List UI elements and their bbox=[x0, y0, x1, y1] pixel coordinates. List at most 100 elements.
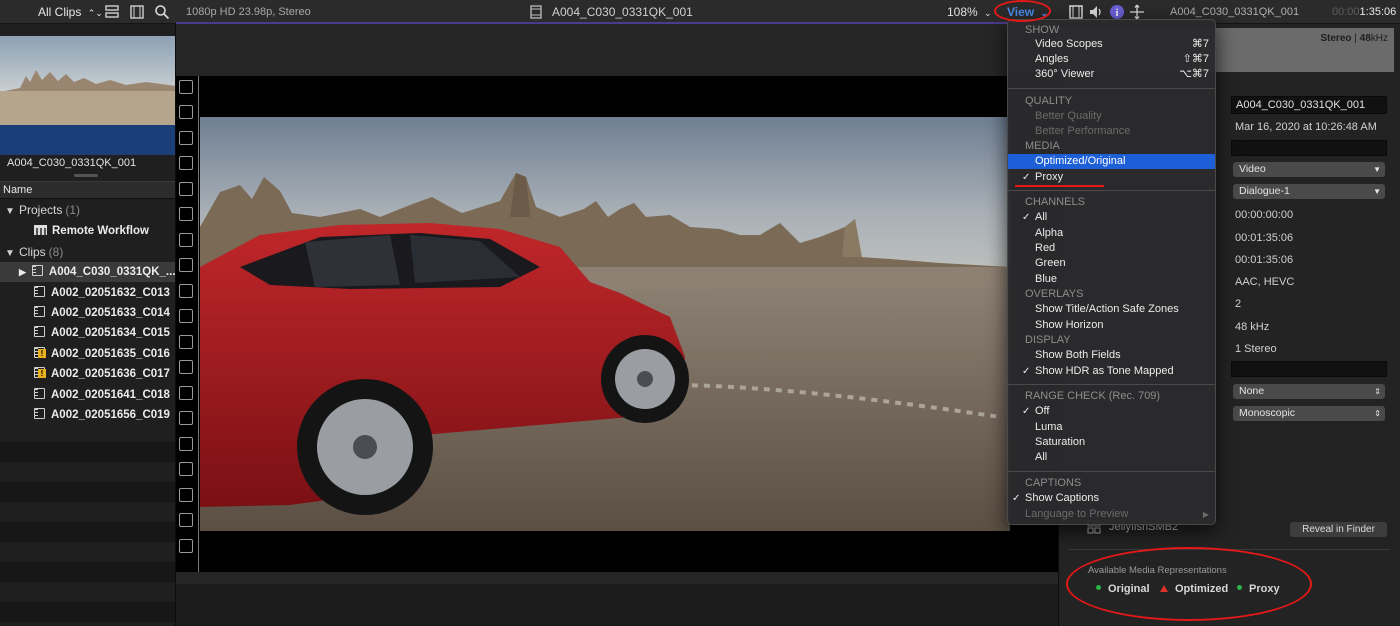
empty-row bbox=[0, 442, 175, 462]
shortcut: ⌥⌘7 bbox=[1179, 68, 1209, 80]
frame-checkbox[interactable] bbox=[179, 284, 193, 298]
projection-popup[interactable]: Monoscopic ⇕ bbox=[1233, 406, 1385, 421]
projects-label: Projects bbox=[19, 203, 63, 217]
menu-item-angles[interactable]: Angles ⇧⌘7 bbox=[1008, 52, 1215, 67]
menu-item-proxy[interactable]: ✓ Proxy bbox=[1008, 170, 1215, 185]
frame-checkbox[interactable] bbox=[179, 539, 193, 553]
menu-item-luma[interactable]: Luma bbox=[1008, 420, 1215, 435]
menu-item-360-viewer[interactable]: 360° Viewer ⌥⌘7 bbox=[1008, 67, 1215, 82]
audio-format: Stereo | 48kHz bbox=[1320, 33, 1388, 44]
frame-checkbox[interactable] bbox=[179, 462, 193, 476]
clips-group[interactable]: ▼ Clips (8) bbox=[0, 242, 175, 264]
share-inspector-icon[interactable] bbox=[1129, 4, 1145, 20]
projects-count: (1) bbox=[65, 203, 81, 217]
item-label: Show HDR as Tone Mapped bbox=[1035, 365, 1174, 377]
menu-item-range-all[interactable]: All bbox=[1008, 450, 1215, 465]
menu-item-range-off[interactable]: ✓ Off bbox=[1008, 404, 1215, 419]
shortcut: ⇧⌘7 bbox=[1182, 53, 1209, 65]
clip-row[interactable]: A002_02051636_C017 bbox=[0, 364, 175, 384]
frame-checkbox[interactable] bbox=[179, 411, 193, 425]
list-view-icon[interactable] bbox=[104, 4, 120, 20]
frame-checkbox[interactable] bbox=[179, 182, 193, 196]
frame-checkbox[interactable] bbox=[179, 131, 193, 145]
projects-group[interactable]: ▼ Projects (1) bbox=[0, 200, 175, 222]
video-inspector-icon[interactable] bbox=[1068, 4, 1084, 20]
chevron-down-icon: ▼ bbox=[1373, 187, 1381, 196]
menu-item-red[interactable]: Red bbox=[1008, 241, 1215, 256]
frame-checkbox[interactable] bbox=[179, 335, 193, 349]
start-value: 00:00:00:00 bbox=[1235, 209, 1294, 221]
menu-item-green[interactable]: Green bbox=[1008, 256, 1215, 271]
item-label: Blue bbox=[1035, 273, 1058, 285]
video-frame[interactable] bbox=[200, 117, 1010, 531]
menu-item-hdr-tone-mapped[interactable]: ✓ Show HDR as Tone Mapped bbox=[1008, 364, 1215, 379]
frame-checkbox[interactable] bbox=[179, 258, 193, 272]
audio-role-popup[interactable]: Dialogue-1 ▼ bbox=[1233, 184, 1385, 199]
frame-checkbox[interactable] bbox=[179, 309, 193, 323]
checkmark-icon: ✓ bbox=[1022, 406, 1031, 417]
clips-label: Clips bbox=[19, 245, 46, 259]
zoom-popup[interactable]: 108% ⌄ bbox=[947, 0, 992, 24]
menu-section-quality: QUALITY bbox=[1008, 94, 1215, 109]
clip-row[interactable]: A002_02051633_C014 bbox=[0, 303, 175, 323]
stereoscopic-popup[interactable]: None ⇕ bbox=[1233, 384, 1385, 399]
resize-handle[interactable] bbox=[74, 174, 98, 177]
menu-item-all-channels[interactable]: ✓ All bbox=[1008, 210, 1215, 225]
frame-checkbox[interactable] bbox=[179, 80, 193, 94]
menu-item-show-captions[interactable]: ✓ Show Captions bbox=[1008, 491, 1215, 506]
audio-channel-label: Stereo bbox=[1320, 33, 1352, 44]
menu-item-language-to-preview[interactable]: Language to Preview ▶ bbox=[1008, 507, 1215, 522]
menu-item-alpha[interactable]: Alpha bbox=[1008, 226, 1215, 241]
clip-row[interactable]: A002_02051641_C018 bbox=[0, 385, 175, 405]
project-item-remote-workflow[interactable]: Remote Workflow bbox=[0, 221, 175, 241]
clip-row[interactable]: A002_02051632_C013 bbox=[0, 283, 175, 303]
notes-field[interactable] bbox=[1231, 140, 1387, 156]
clip-row[interactable]: ▶ A004_C030_0331QK_... bbox=[0, 262, 175, 282]
library-filter-popup[interactable]: All Clips ⌃⌄ bbox=[38, 0, 103, 24]
checkmark-icon: ✓ bbox=[1012, 493, 1021, 504]
frame-checkbox[interactable] bbox=[179, 360, 193, 374]
svg-text:i: i bbox=[1116, 8, 1119, 19]
audio-role-label: Dialogue-1 bbox=[1239, 185, 1290, 197]
clip-row[interactable]: A002_02051634_C015 bbox=[0, 323, 175, 343]
disclosure-triangle-icon[interactable]: ▼ bbox=[5, 202, 19, 222]
menu-item-optimized-original[interactable]: Optimized/Original bbox=[1008, 154, 1215, 169]
disclosure-triangle-icon[interactable]: ▼ bbox=[5, 244, 19, 264]
menu-item-both-fields[interactable]: Show Both Fields bbox=[1008, 348, 1215, 363]
name-column-header[interactable]: Name bbox=[0, 181, 175, 199]
menu-separator bbox=[1008, 471, 1215, 472]
menu-item-safe-zones[interactable]: Show Title/Action Safe Zones bbox=[1008, 302, 1215, 317]
viewer-clip-name: A004_C030_0331QK_001 bbox=[552, 5, 693, 19]
disclosure-triangle-icon[interactable]: ▶ bbox=[19, 267, 26, 277]
frame-checkbox[interactable] bbox=[179, 156, 193, 170]
menu-item-saturation[interactable]: Saturation bbox=[1008, 435, 1215, 450]
menu-item-video-scopes[interactable]: Video Scopes ⌘7 bbox=[1008, 37, 1215, 52]
menu-item-better-quality[interactable]: Better Quality bbox=[1008, 109, 1215, 124]
frame-checkbox[interactable] bbox=[179, 207, 193, 221]
menu-item-blue[interactable]: Blue bbox=[1008, 272, 1215, 287]
clip-row[interactable]: A002_02051635_C016 bbox=[0, 344, 175, 364]
clip-row[interactable]: A002_02051656_C019 bbox=[0, 405, 175, 425]
reveal-in-finder-button[interactable]: Reveal in Finder bbox=[1290, 522, 1387, 537]
clip-name: A002_02051634_C015 bbox=[51, 327, 170, 339]
video-role-popup[interactable]: Video ▼ bbox=[1233, 162, 1385, 177]
frame-checkbox[interactable] bbox=[179, 233, 193, 247]
frame-checkbox[interactable] bbox=[179, 437, 193, 451]
submenu-arrow-icon: ▶ bbox=[1202, 510, 1209, 519]
frame-checkbox[interactable] bbox=[179, 488, 193, 502]
audio-inspector-icon[interactable] bbox=[1088, 4, 1104, 20]
filmstrip-icon[interactable] bbox=[129, 4, 145, 20]
video-role-label: Video bbox=[1239, 163, 1266, 175]
frame-checkbox[interactable] bbox=[179, 105, 193, 119]
camera-field[interactable] bbox=[1231, 361, 1387, 377]
menu-section-captions: CAPTIONS bbox=[1008, 476, 1215, 491]
menu-item-horizon[interactable]: Show Horizon bbox=[1008, 318, 1215, 333]
checkmark-icon: ✓ bbox=[1022, 366, 1031, 377]
search-icon[interactable] bbox=[154, 4, 170, 20]
name-field[interactable]: A004_C030_0331QK_001 bbox=[1231, 96, 1387, 114]
info-inspector-icon[interactable]: i bbox=[1109, 4, 1125, 20]
shortcut: ⌘7 bbox=[1191, 38, 1209, 50]
frame-checkbox[interactable] bbox=[179, 386, 193, 400]
menu-item-better-performance[interactable]: Better Performance bbox=[1008, 124, 1215, 139]
frame-checkbox[interactable] bbox=[179, 513, 193, 527]
